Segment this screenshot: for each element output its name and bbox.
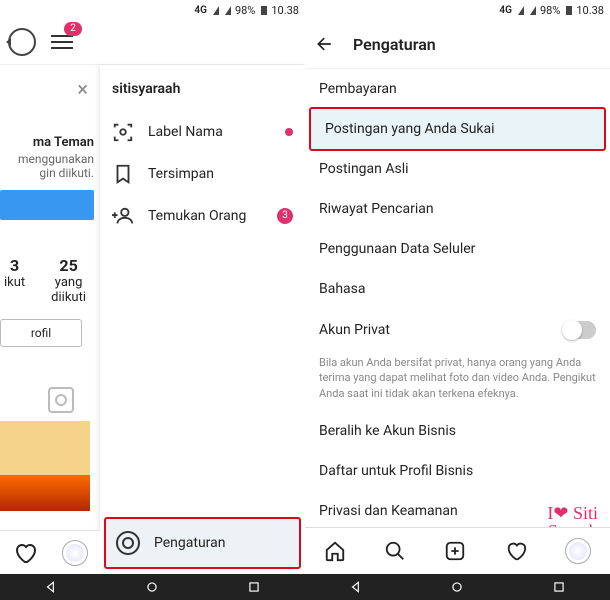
network-indicator: 4G	[194, 5, 207, 16]
item-beralih-bisnis[interactable]: Beralih ke Akun Bisnis	[305, 411, 610, 451]
post-thumbnail[interactable]	[0, 421, 90, 511]
android-nav	[305, 574, 610, 600]
clock: 10.38	[271, 4, 299, 17]
tagged-tab-icon[interactable]	[48, 387, 74, 413]
battery-percent: 98%	[235, 4, 255, 17]
burger-icon	[51, 31, 73, 53]
recent-soft-button[interactable]	[247, 580, 261, 594]
following-stat[interactable]: 25 yang diikuti	[43, 256, 94, 305]
suggest-subtitle: menggunakan gin diikuti.	[0, 152, 94, 180]
item-postingan-asli[interactable]: Postingan Asli	[305, 149, 610, 189]
signal-icon	[530, 6, 536, 15]
count-badge: 3	[277, 208, 293, 224]
menu-label: Temukan Orang	[148, 208, 246, 224]
menu-label-nama[interactable]: Label Nama	[106, 111, 299, 153]
history-button[interactable]	[8, 28, 36, 56]
gear-icon	[116, 531, 140, 555]
recent-soft-button[interactable]	[552, 580, 566, 594]
private-toggle[interactable]	[562, 321, 596, 339]
profile-tab[interactable]	[62, 540, 88, 566]
heart-icon[interactable]	[505, 540, 527, 562]
menu-pengaturan[interactable]: Pengaturan	[104, 517, 301, 569]
item-liked-posts[interactable]: Postingan yang Anda Sukai	[309, 107, 606, 151]
home-soft-button[interactable]	[145, 580, 159, 594]
side-menu: sitisyaraah Label Nama Tersimpan Temukan…	[100, 65, 305, 575]
close-button[interactable]: ×	[0, 73, 94, 105]
clock: 10.38	[576, 4, 604, 17]
history-icon	[8, 28, 36, 56]
arrow-left-icon	[315, 33, 335, 55]
menu-tersimpan[interactable]: Tersimpan	[106, 153, 299, 195]
home-soft-button[interactable]	[450, 580, 464, 594]
stats-row: 3 ikut 25 yang diikuti	[0, 256, 94, 305]
battery-icon	[566, 6, 572, 15]
menu-temukan-orang[interactable]: Temukan Orang 3	[106, 195, 299, 237]
android-nav	[0, 574, 305, 600]
status-bar: 4G 98% 10.38	[305, 0, 610, 20]
signal-icon	[518, 6, 524, 15]
status-bar: 4G 98% 10.38	[0, 0, 305, 20]
item-riwayat[interactable]: Riwayat Pencarian	[305, 189, 610, 229]
network-indicator: 4G	[499, 5, 512, 16]
profile-background: × ma Teman menggunakan gin diikuti. 3 ik…	[0, 65, 100, 575]
signal-icon	[225, 6, 231, 15]
add-person-icon	[112, 205, 134, 227]
item-pembayaran[interactable]: Pembayaran	[305, 69, 610, 109]
back-button[interactable]	[315, 34, 335, 54]
settings-list: Pembayaran Postingan yang Anda Sukai Pos…	[305, 69, 610, 531]
notification-dot	[285, 128, 293, 136]
menu-label: Label Nama	[148, 124, 223, 140]
back-soft-button[interactable]	[44, 580, 58, 594]
home-icon[interactable]	[324, 540, 346, 562]
item-akun-privat[interactable]: Akun Privat	[305, 309, 610, 351]
item-daftar-bisnis[interactable]: Daftar untuk Profil Bisnis	[305, 451, 610, 491]
bottom-nav	[0, 530, 100, 575]
edit-profile-button[interactable]: rofil	[0, 319, 82, 347]
item-label: Akun Privat	[319, 322, 390, 338]
phone-left: 4G 98% 10.38 × ma Teman menggunakan gin …	[0, 0, 306, 600]
signal-icon	[213, 6, 219, 15]
profile-tab[interactable]	[565, 538, 591, 564]
profile-header	[0, 20, 305, 65]
item-bahasa[interactable]: Bahasa	[305, 269, 610, 309]
menu-label: Pengaturan	[154, 535, 226, 551]
back-soft-button[interactable]	[349, 580, 363, 594]
suggest-title: ma Teman	[0, 135, 94, 152]
heart-watermark-icon: I❤	[547, 504, 568, 522]
private-note: Bila akun Anda bersifat privat, hanya or…	[305, 351, 610, 411]
add-post-icon[interactable]	[444, 540, 466, 562]
username-label: sitisyaraah	[106, 71, 299, 111]
bookmark-icon	[112, 163, 134, 185]
phone-right: 4G 98% 10.38 Pengaturan Pembayaran Posti…	[305, 0, 610, 600]
battery-icon	[261, 6, 267, 15]
menu-button[interactable]	[48, 28, 76, 56]
search-icon[interactable]	[384, 540, 406, 562]
follow-button[interactable]	[0, 190, 94, 220]
battery-percent: 98%	[540, 4, 560, 17]
menu-label: Tersimpan	[148, 166, 214, 182]
heart-icon[interactable]	[13, 541, 37, 565]
page-title: Pengaturan	[353, 35, 436, 54]
scan-icon	[112, 121, 134, 143]
item-data-seluler[interactable]: Penggunaan Data Seluler	[305, 229, 610, 269]
bottom-nav	[305, 527, 610, 574]
followers-stat[interactable]: 3 ikut	[4, 256, 25, 305]
settings-header: Pengaturan	[305, 20, 610, 69]
